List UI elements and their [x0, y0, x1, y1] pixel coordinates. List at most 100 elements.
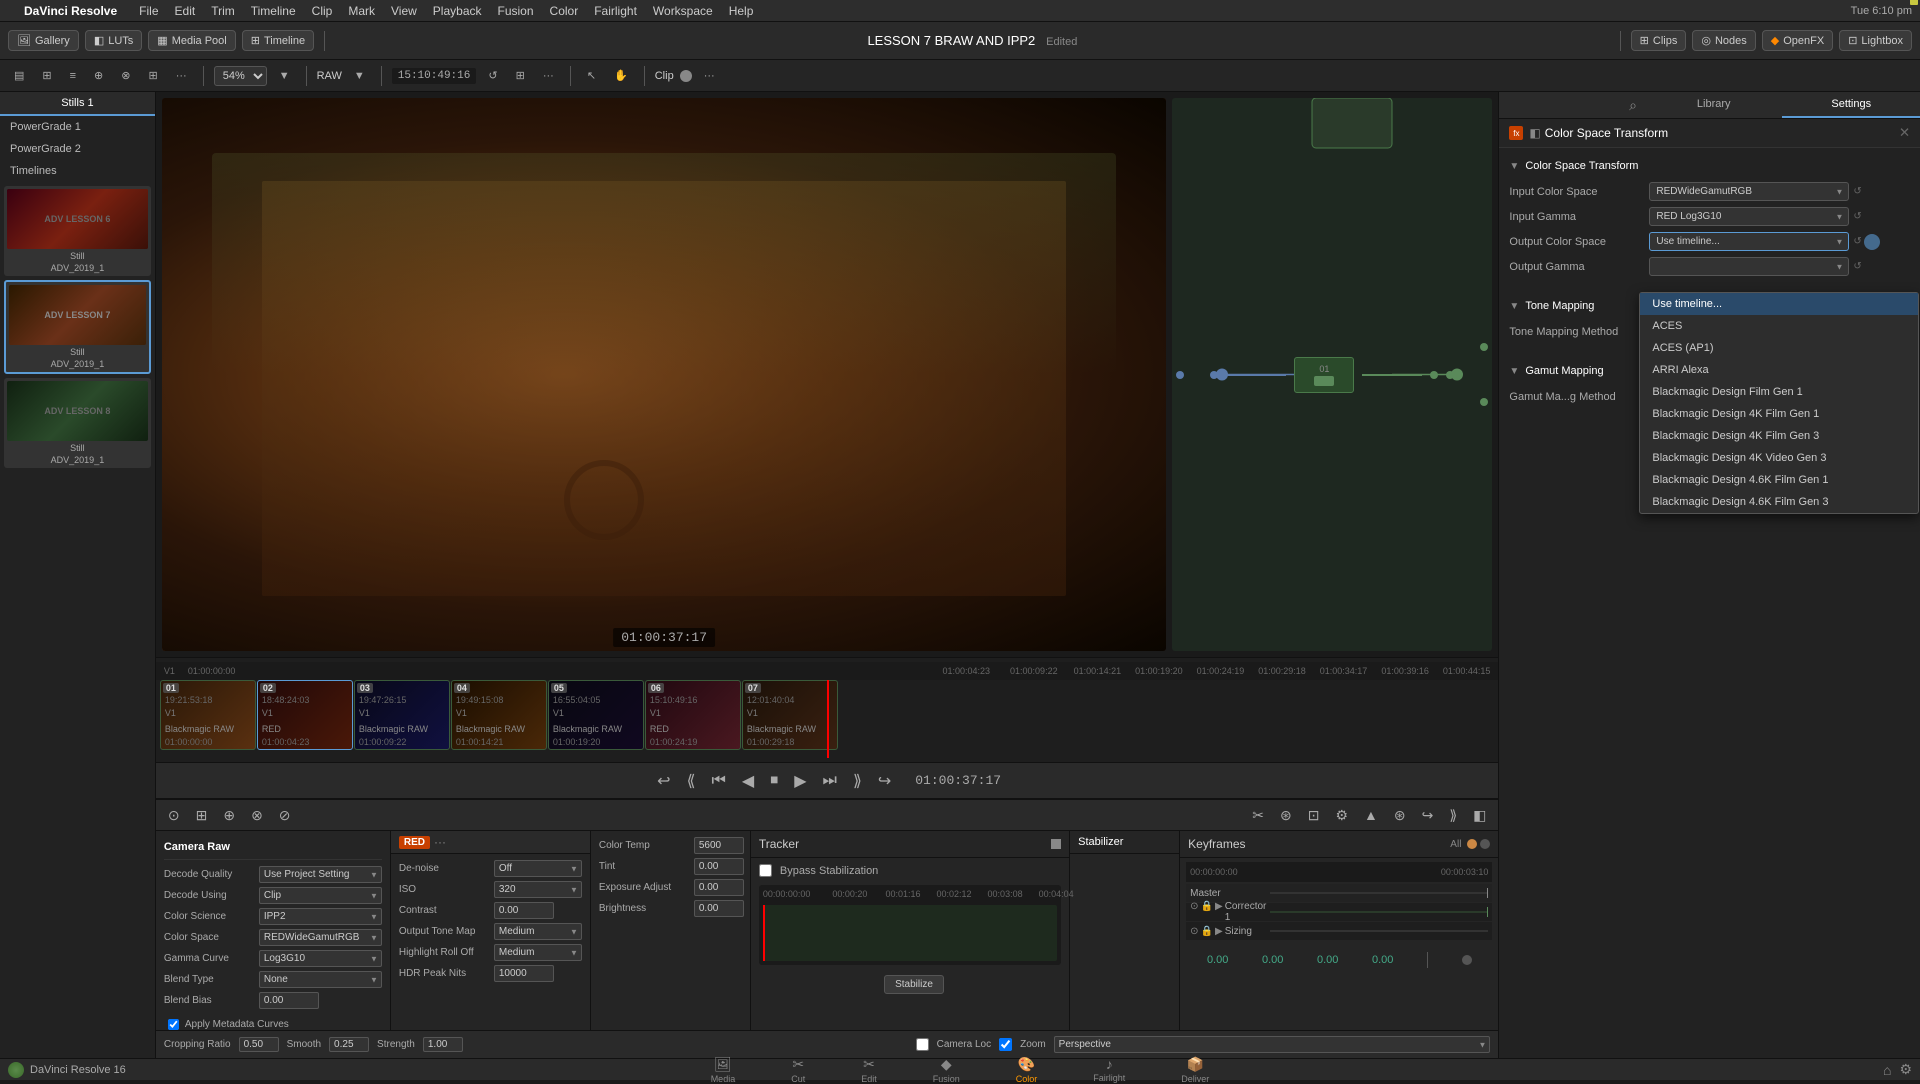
menu-edit[interactable]: Edit: [175, 4, 196, 18]
stills-tab[interactable]: Stills 1: [0, 92, 155, 116]
media-pool-button[interactable]: ▦ Media Pool: [148, 30, 235, 51]
smooth-input[interactable]: [329, 1037, 369, 1052]
powergrade-2-item[interactable]: PowerGrade 2: [0, 138, 155, 160]
color-science-select[interactable]: IPP2: [259, 908, 382, 925]
timeline-clip-7[interactable]: 07 12:01:40:04 V1 Blackmagic RAW 01:00:2…: [742, 680, 838, 750]
dropdown-item-aces-ap1[interactable]: ACES (AP1): [1640, 337, 1918, 359]
strength-input[interactable]: [423, 1037, 463, 1052]
perspective-select[interactable]: Perspective: [1054, 1036, 1491, 1053]
nav-cut[interactable]: ✂ Cut: [783, 1056, 813, 1084]
tools-btn-7[interactable]: ···: [170, 68, 193, 84]
menu-mark[interactable]: Mark: [348, 4, 375, 18]
left-clip-2[interactable]: ADV LESSON 7 Still ADV_2019_1: [4, 280, 151, 374]
decode-quality-select[interactable]: Use Project Setting: [259, 866, 382, 883]
powergrade-1-item[interactable]: PowerGrade 1: [0, 116, 155, 138]
bt-icon-right-9[interactable]: ◧: [1469, 805, 1490, 826]
step-back-button[interactable]: ⏮: [707, 770, 729, 792]
tc-reset[interactable]: ↺: [482, 67, 503, 84]
format-dropdown[interactable]: ▼: [348, 68, 371, 84]
menu-playback[interactable]: Playback: [433, 4, 482, 18]
nav-fusion[interactable]: ◆ Fusion: [925, 1056, 968, 1084]
denoise-select[interactable]: Off: [494, 860, 582, 877]
output-color-space-select[interactable]: Use timeline...: [1649, 232, 1849, 251]
bypass-stabilization-checkbox[interactable]: [759, 864, 772, 877]
bt-icon-right-3[interactable]: ⊡: [1304, 805, 1324, 826]
left-clip-3[interactable]: ADV LESSON 8 Still ADV_2019_1: [4, 378, 151, 468]
brightness-input[interactable]: [694, 900, 744, 917]
menu-file[interactable]: File: [139, 4, 158, 18]
nodes-button[interactable]: ◎ Nodes: [1692, 30, 1755, 51]
timeline-clip-5[interactable]: 05 16:55:04:05 V1 Blackmagic RAW 01:00:1…: [548, 680, 644, 750]
left-clip-1[interactable]: ADV LESSON 6 Still ADV_2019_1: [4, 186, 151, 276]
input-color-space-select[interactable]: REDWideGamutRGB: [1649, 182, 1849, 201]
stabilize-button[interactable]: Stabilize: [884, 975, 944, 994]
loop-end-button[interactable]: ↪: [874, 769, 895, 793]
exposure-input[interactable]: [694, 879, 744, 896]
input-gamma-reset[interactable]: ↺: [1853, 211, 1861, 222]
tools-btn-6[interactable]: ⊞: [142, 67, 163, 84]
dropdown-item-arri-alexa[interactable]: ARRI Alexa: [1640, 359, 1918, 381]
settings-tab[interactable]: Settings: [1782, 92, 1920, 118]
reverse-play-button[interactable]: ◀: [738, 769, 758, 793]
next-frame-button[interactable]: ⟫: [849, 769, 866, 793]
gamma-curve-select[interactable]: Log3G10: [259, 950, 382, 967]
input-gamma-select[interactable]: RED Log3G10: [1649, 207, 1849, 226]
color-space-select[interactable]: REDWideGamutRGB: [259, 929, 382, 946]
menu-fairlight[interactable]: Fairlight: [594, 4, 637, 18]
hand-btn[interactable]: ✋: [608, 67, 634, 84]
timeline-clip-1[interactable]: 01 19:21:53:18 V1 Blackmagic RAW 01:00:0…: [160, 680, 256, 750]
nav-color[interactable]: 🎨 Color: [1008, 1056, 1046, 1084]
timeline-clip-2[interactable]: 02 18:48:24:03 V1 RED 01:00:04:23: [257, 680, 353, 750]
bt-icon-right-4[interactable]: ⚙: [1331, 805, 1352, 826]
timeline-clip-3[interactable]: 03 19:47:26:15 V1 Blackmagic RAW 01:00:0…: [354, 680, 450, 750]
dropdown-item-bmd-film-gen1[interactable]: Blackmagic Design Film Gen 1: [1640, 381, 1918, 403]
stop-button[interactable]: ⏹: [766, 770, 782, 792]
zoom-dropdown[interactable]: ▼: [273, 68, 296, 84]
cropping-ratio-input[interactable]: [239, 1037, 279, 1052]
search-icon-btn[interactable]: ⌕: [1629, 97, 1637, 114]
color-temp-input[interactable]: [694, 837, 744, 854]
output-tone-map-select[interactable]: Medium: [494, 923, 582, 940]
tools-btn-5[interactable]: ⊗: [115, 67, 136, 84]
tc-options[interactable]: ⊞: [510, 67, 531, 84]
menu-help[interactable]: Help: [729, 4, 754, 18]
nav-deliver[interactable]: 📦 Deliver: [1173, 1056, 1217, 1084]
library-tab[interactable]: Library: [1645, 92, 1783, 118]
hdr-peak-nits-input[interactable]: [494, 965, 554, 982]
dropdown-item-use-timeline[interactable]: Use timeline...: [1640, 293, 1918, 315]
tint-input[interactable]: [694, 858, 744, 875]
play-button[interactable]: ▶: [790, 769, 810, 793]
prev-frame-button[interactable]: ⟪: [683, 769, 700, 793]
lightbox-button[interactable]: ⊡ Lightbox: [1839, 30, 1912, 51]
iso-select[interactable]: 320: [494, 881, 582, 898]
blend-bias-input[interactable]: [259, 992, 319, 1009]
dropdown-item-bmd-4k-film-gen1[interactable]: Blackmagic Design 4K Film Gen 1: [1640, 403, 1918, 425]
timelines-item[interactable]: Timelines: [0, 160, 155, 182]
tc-more[interactable]: ···: [537, 68, 560, 84]
bt-icon-3[interactable]: ⊕: [219, 805, 239, 826]
bt-icon-right-1[interactable]: ✂: [1248, 805, 1268, 826]
menu-view[interactable]: View: [391, 4, 417, 18]
apply-metadata-checkbox[interactable]: [168, 1019, 179, 1030]
nav-edit[interactable]: ✂ Edit: [853, 1056, 885, 1084]
zoom-select[interactable]: 54%: [214, 66, 267, 86]
tools-btn-4[interactable]: ⊕: [88, 67, 109, 84]
loop-button[interactable]: ↩: [653, 769, 674, 793]
timeline-button[interactable]: ⊞ Timeline: [242, 30, 314, 51]
settings-icon-btn[interactable]: ⚙: [1899, 1061, 1912, 1078]
dropdown-item-bmd-4k-video-gen3[interactable]: Blackmagic Design 4K Video Gen 3: [1640, 447, 1918, 469]
bt-icon-right-6[interactable]: ⊛: [1390, 805, 1410, 826]
bt-icon-1[interactable]: ⊙: [164, 805, 184, 826]
nav-fairlight[interactable]: ♪ Fairlight: [1085, 1056, 1133, 1083]
timeline-clip-4[interactable]: 04 19:49:15:08 V1 Blackmagic RAW 01:00:1…: [451, 680, 547, 750]
tools-btn-1[interactable]: ▤: [8, 67, 30, 84]
clips-button[interactable]: ⊞ Clips: [1631, 30, 1687, 51]
clip-more[interactable]: ···: [698, 68, 721, 84]
timeline-clip-6[interactable]: 06 15:10:49:16 V1 RED 01:00:24:19: [645, 680, 741, 750]
menu-clip[interactable]: Clip: [312, 4, 333, 18]
camera-lock-checkbox[interactable]: [916, 1038, 929, 1051]
home-icon-btn[interactable]: ⌂: [1883, 1062, 1891, 1078]
bt-icon-right-7[interactable]: ↪: [1418, 805, 1438, 826]
menu-workspace[interactable]: Workspace: [653, 4, 713, 18]
bt-icon-right-5[interactable]: ▲: [1360, 805, 1382, 825]
